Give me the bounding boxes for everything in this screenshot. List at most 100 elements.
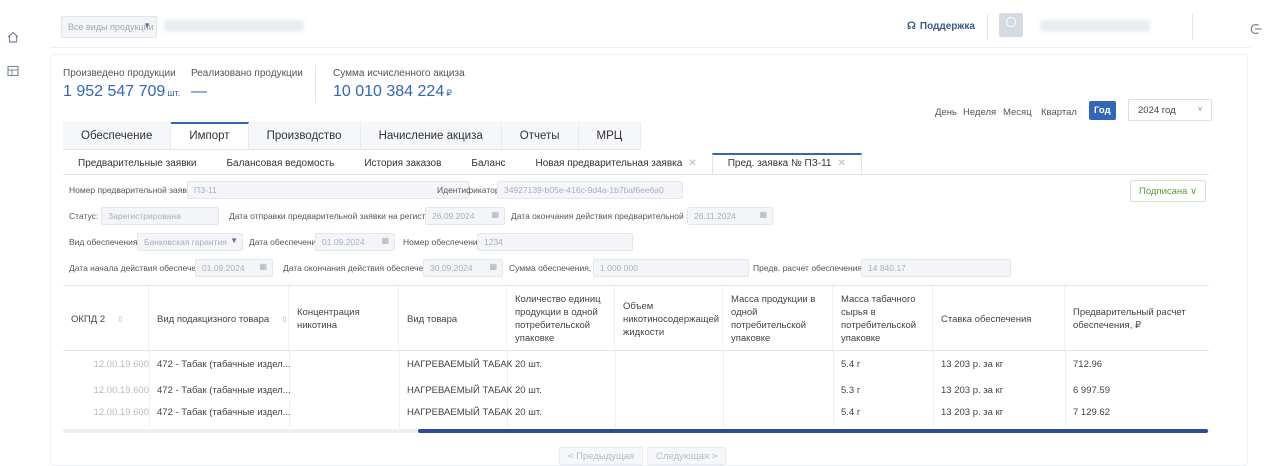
expiry-date-field: 26.11.2024 ▦ (687, 207, 773, 225)
support-link[interactable]: ☊ Поддержка (907, 21, 975, 32)
calendar-icon: ▦ (489, 262, 497, 271)
cell-okpd2: 12.00.19.600 (93, 385, 149, 396)
produced-value: 1 952 547 709 шт. (63, 83, 180, 101)
period-week[interactable]: Неделя (963, 107, 996, 118)
subtab-balance-sheet[interactable]: Балансовая ведомость (211, 153, 349, 174)
divider (1192, 14, 1193, 40)
identifier-field: 34927139-b05e-416c-9d4a-1b7baf6ee6a0 (497, 181, 683, 199)
chevron-down-icon: ∨ (1197, 104, 1203, 113)
col-prelim-calc-label: Предварительный расчет обеспечения, ₽ (1073, 307, 1186, 331)
expiry-date-label: Дата окончания действия предварительной … (511, 211, 715, 221)
logout-icon[interactable] (1249, 22, 1263, 36)
calendar-icon: ▦ (759, 210, 767, 219)
top-bar: Все виды продукции ▼ ☊ Поддержка (50, 8, 1250, 48)
prelim-calc-field: 14 840.17 (861, 259, 1011, 277)
cell-guarantee-rate: 13 203 р. за кг (941, 385, 1004, 396)
avatar[interactable] (999, 13, 1023, 37)
tab-import[interactable]: Импорт (171, 122, 249, 149)
col-nicotine-label: Концентрация никотина (297, 307, 360, 331)
col-product-mass: Масса продукции в одной потребительской … (723, 286, 833, 352)
sort-icon[interactable]: ⇳ (117, 313, 124, 326)
excise-unit: ₽ (446, 88, 452, 98)
prelim-calc-label: Предв. расчет обеспечения, ₽: (753, 263, 875, 273)
col-units-per-pack: Количество единиц продукции в одной потр… (507, 286, 615, 352)
table-row[interactable]: 12.00.19.600 472 - Табак (табачные издел… (63, 353, 1209, 378)
cell-units-per-pack: 20 шт. (515, 407, 542, 418)
expiry-date-value: 26.11.2024 (694, 211, 736, 221)
col-product-mass-label: Масса продукции в одной потребительской … (731, 294, 816, 344)
cell-product-type: НАГРЕВАЕМЫЙ ТАБАК (407, 385, 513, 396)
subtab-order-history[interactable]: История заказов (349, 153, 456, 174)
subtab-preliminary-requests[interactable]: Предварительные заявки (63, 153, 211, 174)
cell-okpd2: 12.00.19.600 (93, 407, 149, 418)
col-excise-type-label: Вид подакцизного товара (157, 313, 270, 325)
subtab-label: Новая предварительная заявка (535, 158, 683, 169)
guarantee-date-label: Дата обеспечения: (249, 237, 324, 247)
col-tobacco-mass: Масса табачного сырья в потребительской … (833, 286, 933, 352)
status-field: Зарегистрирована (101, 207, 219, 225)
close-icon[interactable]: ✕ (837, 158, 845, 169)
sort-icon[interactable]: ⇳ (281, 313, 288, 326)
period-quarter[interactable]: Квартал (1041, 107, 1077, 118)
tab-reports[interactable]: Отчеты (501, 122, 579, 149)
col-okpd2[interactable]: ОКПД 2 ⇳ (63, 286, 149, 352)
guarantee-number-field: 1234 (477, 233, 633, 251)
produced-number: 1 952 547 709 (63, 83, 166, 100)
year-select[interactable]: 2024 год ∨ (1128, 99, 1212, 121)
guarantee-end-field: 30.09.2024 ▦ (423, 259, 503, 277)
next-page-button[interactable]: Следующая > (647, 447, 727, 465)
period-day[interactable]: День (935, 107, 957, 118)
chevron-down-icon: ▼ (230, 236, 238, 245)
divider (987, 14, 988, 40)
guarantee-start-label: Дата начала действия обеспечения: (69, 263, 213, 273)
col-liquid-volume: Объем никотиносодержащей жидкости (615, 286, 723, 352)
cell-units-per-pack: 20 шт. (515, 359, 542, 370)
status-badge-label: Подписана (1139, 186, 1188, 197)
tab-excise-accrual[interactable]: Начисление акциза (360, 122, 502, 149)
guarantee-end-value: 30.09.2024 (430, 263, 473, 273)
table-row[interactable]: 12.00.19.600 472 - Табак (табачные издел… (63, 401, 1209, 426)
subtab-request-pz11[interactable]: Пред. заявка № ПЗ-11 ✕ (711, 153, 862, 174)
tab-guarantee[interactable]: Обеспечение (63, 122, 172, 149)
year-value: 2024 год (1138, 105, 1176, 116)
cell-tobacco-mass: 5.4 г (841, 407, 861, 418)
horizontal-scrollbar-thumb[interactable] (418, 429, 1208, 433)
product-type-select[interactable]: Все виды продукции ▼ (61, 16, 157, 38)
close-icon[interactable]: ✕ (688, 158, 696, 169)
sent-date-value: 26.09.2024 (432, 211, 475, 221)
subtab-balance[interactable]: Баланс (456, 153, 520, 174)
divider (315, 65, 316, 103)
period-year[interactable]: Год (1089, 101, 1116, 120)
home-icon[interactable] (6, 30, 20, 44)
tab-mrp[interactable]: МРЦ (578, 122, 642, 149)
cell-units-per-pack: 20 шт. (515, 385, 542, 396)
subtab-new-request[interactable]: Новая предварительная заявка ✕ (520, 153, 711, 174)
excise-value: 10 010 384 224 ₽ (333, 83, 452, 101)
prev-page-button[interactable]: < Предыдущая (559, 447, 644, 465)
calendar-icon: ▦ (381, 236, 389, 245)
col-product-type: Вид товара (399, 286, 507, 352)
cell-prelim-calc: 712.96 (1073, 359, 1103, 370)
guarantee-start-value: 01.09.2024 (202, 263, 245, 273)
cell-prelim-calc: 6 997.59 (1073, 385, 1110, 396)
tab-production[interactable]: Производство (248, 122, 361, 149)
guarantee-end-label: Дата окончания действия обеспечения: (283, 263, 440, 273)
guarantee-date-value: 01.09.2024 (322, 237, 365, 247)
col-excise-type[interactable]: Вид подакцизного товара ⇳ (149, 286, 289, 352)
col-liquid-volume-label: Объем никотиносодержащей жидкости (623, 300, 720, 338)
organization-name-redacted (164, 20, 304, 32)
cell-guarantee-rate: 13 203 р. за кг (941, 359, 1004, 370)
table-header: ОКПД 2 ⇳ Вид подакцизного товара ⇳ Концент… (63, 285, 1209, 352)
excise-number: 10 010 384 224 (333, 83, 445, 100)
cell-tobacco-mass: 5.4 г (841, 359, 861, 370)
period-month[interactable]: Месяц (1003, 107, 1032, 118)
col-product-type-label: Вид товара (407, 313, 458, 325)
product-type-value: Все виды продукции (68, 22, 154, 32)
excise-label: Сумма исчисленного акциза (333, 68, 465, 79)
status-badge[interactable]: Подписана ∨ (1130, 180, 1206, 202)
headset-icon: ☊ (907, 21, 916, 32)
col-units-per-pack-label: Количество единиц продукции в одной потр… (515, 294, 601, 344)
sold-label: Реализовано продукции (191, 68, 303, 79)
table-icon[interactable] (6, 64, 20, 78)
cell-excise-type: 472 - Табак (табачные издел... (157, 385, 291, 396)
